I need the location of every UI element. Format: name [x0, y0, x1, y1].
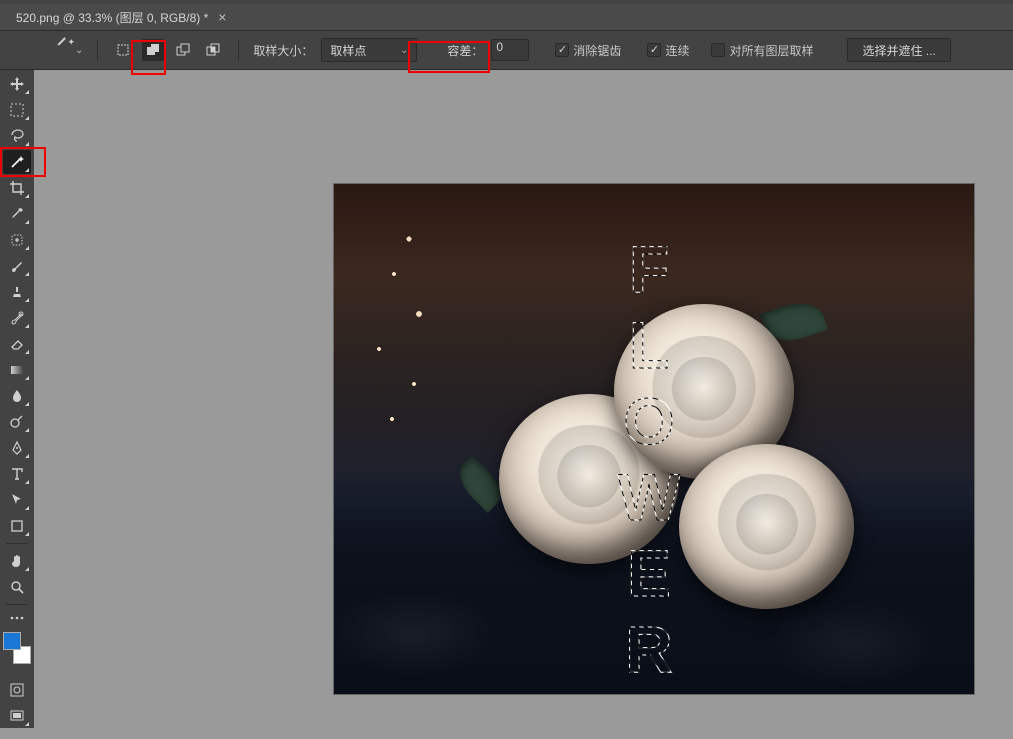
- contiguous-label: 连续: [665, 42, 689, 59]
- marquee-tool[interactable]: [3, 98, 31, 122]
- checkbox-icon: [711, 43, 725, 57]
- sample-size-select[interactable]: 取样点 ⌄: [321, 38, 417, 62]
- checkbox-icon: ✓: [647, 43, 661, 57]
- hand-tool[interactable]: [3, 549, 31, 573]
- lasso-tool[interactable]: [3, 124, 31, 148]
- options-bar: ⌄ 取样大小： 取样点 ⌄ 容差： 0 ✓ 消除锯齿: [0, 31, 1013, 70]
- dodge-tool[interactable]: [3, 410, 31, 434]
- chevron-down-icon: ⌄: [75, 45, 83, 56]
- divider: [6, 604, 28, 605]
- sample-all-layers-checkbox[interactable]: 对所有图层取样: [711, 42, 813, 59]
- eraser-tool[interactable]: [3, 332, 31, 356]
- path-selection-tool[interactable]: [3, 488, 31, 512]
- subtract-from-selection-button[interactable]: [172, 39, 194, 61]
- toolbox: [0, 70, 34, 728]
- screen-mode-toggle[interactable]: [3, 704, 31, 728]
- document-tab[interactable]: 520.png @ 33.3% (图层 0, RGB/8) * ×: [6, 4, 236, 30]
- tolerance-label: 容差：: [447, 42, 483, 59]
- tool-preset-picker[interactable]: ⌄: [55, 41, 83, 59]
- intersect-selection-button[interactable]: [202, 39, 224, 61]
- move-tool[interactable]: [3, 72, 31, 96]
- selection-text-overlay-dash: FLOWERS: [611, 232, 687, 694]
- divider: [6, 543, 28, 544]
- pen-tool[interactable]: [3, 436, 31, 460]
- new-selection-button[interactable]: [112, 39, 134, 61]
- clone-stamp-tool[interactable]: [3, 280, 31, 304]
- divider: [97, 39, 98, 61]
- healing-brush-tool[interactable]: [3, 228, 31, 252]
- magic-wand-icon: [55, 41, 73, 59]
- foreground-color-swatch[interactable]: [3, 632, 21, 650]
- type-tool[interactable]: [3, 462, 31, 486]
- document-canvas[interactable]: FLOWERS FLOWERS: [334, 184, 974, 694]
- zoom-tool[interactable]: [3, 575, 31, 599]
- eyedropper-tool[interactable]: [3, 202, 31, 226]
- gradient-tool[interactable]: [3, 358, 31, 382]
- image-content: FLOWERS FLOWERS: [334, 184, 974, 694]
- antialias-checkbox[interactable]: ✓ 消除锯齿: [555, 42, 621, 59]
- close-tab-icon[interactable]: ×: [218, 10, 226, 24]
- document-tab-title: 520.png @ 33.3% (图层 0, RGB/8) *: [16, 9, 208, 26]
- quick-mask-toggle[interactable]: [3, 678, 31, 702]
- checkbox-icon: ✓: [555, 43, 569, 57]
- select-and-mask-label: 选择并遮住 ...: [862, 42, 935, 59]
- chevron-down-icon: ⌄: [400, 45, 408, 56]
- sample-size-value: 取样点: [330, 42, 366, 59]
- edit-toolbar-button[interactable]: [3, 610, 31, 626]
- color-swatches[interactable]: [3, 632, 31, 664]
- add-to-selection-button[interactable]: [142, 39, 164, 61]
- tolerance-value: 0: [496, 40, 503, 54]
- magic-wand-tool[interactable]: [3, 150, 31, 174]
- select-and-mask-button[interactable]: 选择并遮住 ...: [847, 38, 950, 62]
- history-brush-tool[interactable]: [3, 306, 31, 330]
- document-tab-strip: 520.png @ 33.3% (图层 0, RGB/8) * ×: [0, 4, 1013, 30]
- antialias-label: 消除锯齿: [573, 42, 621, 59]
- sample-size-label: 取样大小：: [253, 42, 313, 59]
- divider: [238, 39, 239, 61]
- contiguous-checkbox[interactable]: ✓ 连续: [647, 42, 689, 59]
- brush-tool[interactable]: [3, 254, 31, 278]
- crop-tool[interactable]: [3, 176, 31, 200]
- blur-tool[interactable]: [3, 384, 31, 408]
- rose: [679, 444, 854, 609]
- sample-all-layers-label: 对所有图层取样: [729, 42, 813, 59]
- tolerance-input[interactable]: 0: [491, 39, 529, 61]
- shape-tool[interactable]: [3, 514, 31, 538]
- document-work-area[interactable]: FLOWERS FLOWERS: [34, 70, 1013, 739]
